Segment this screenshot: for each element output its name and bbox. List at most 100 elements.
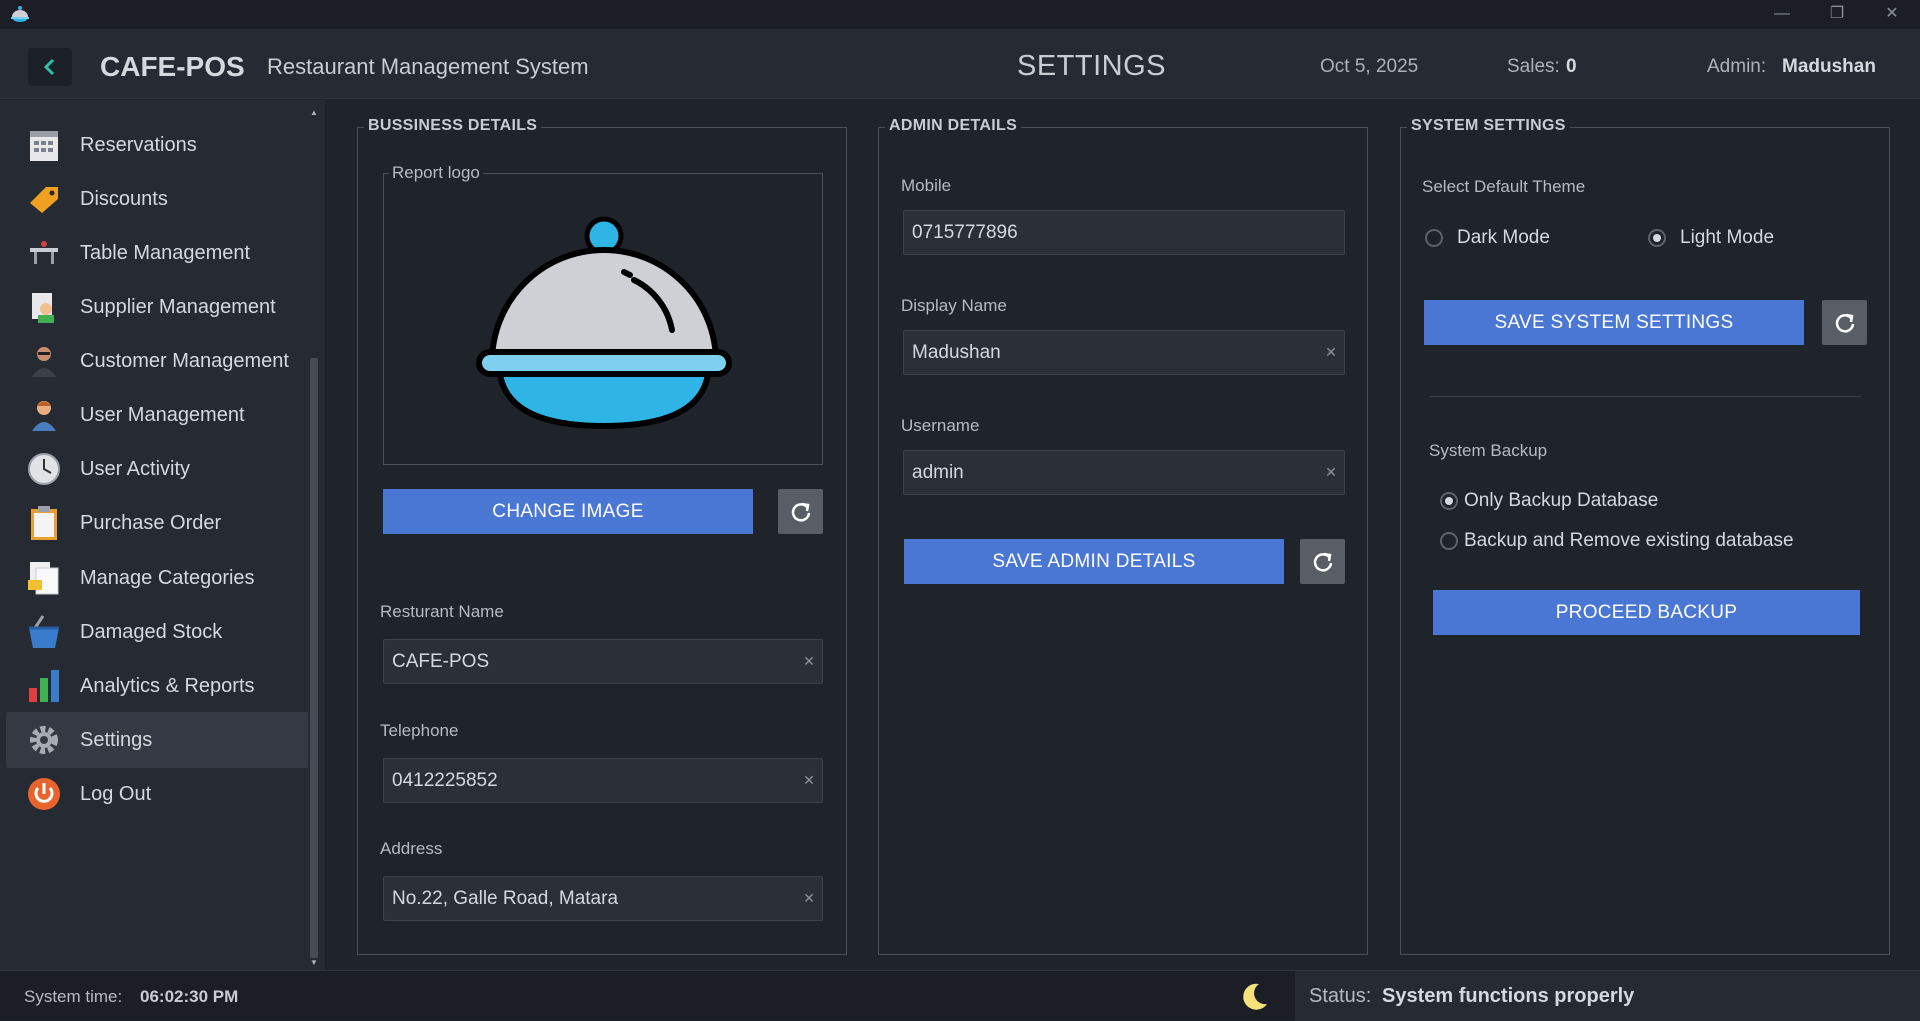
clear-icon[interactable]: ✕	[1318, 464, 1344, 481]
restaurant-name-field[interactable]: ✕	[383, 639, 823, 684]
dark-mode-radio[interactable]: Dark Mode	[1425, 227, 1550, 249]
scroll-down-arrow-icon[interactable]: ▼	[308, 958, 320, 968]
proceed-backup-button[interactable]: PROCEED BACKUP	[1433, 590, 1860, 635]
documents-icon	[24, 558, 64, 598]
power-icon	[24, 774, 64, 814]
sidebar-item-customer-management[interactable]: Customer Management	[6, 333, 308, 389]
status-area: Status: System functions properly	[1295, 971, 1920, 1021]
admin-label: Admin:	[1707, 56, 1767, 77]
sidebar-item-label: Discounts	[80, 187, 168, 210]
username-input[interactable]	[904, 451, 1318, 494]
status-bar: System time: 06:02:30 PM Status: System …	[0, 970, 1920, 1021]
cloche-app-icon	[11, 6, 29, 22]
app-subtitle: Restaurant Management System	[267, 54, 589, 79]
address-field[interactable]: ✕	[383, 876, 823, 921]
only-backup-radio[interactable]: Only Backup Database	[1440, 490, 1658, 512]
supplier-icon	[24, 287, 64, 327]
light-mode-radio[interactable]: Light Mode	[1648, 227, 1774, 249]
telephone-label: Telephone	[380, 721, 459, 740]
business-details-panel: BUSSINESS DETAILS Report logo CHANGE IMA…	[357, 117, 847, 955]
sidebar-item-label: Log Out	[80, 782, 152, 805]
sidebar-item-user-activity[interactable]: User Activity	[6, 441, 308, 497]
sidebar-item-discounts[interactable]: Discounts	[6, 171, 308, 227]
system-backup-label: System Backup	[1429, 441, 1548, 460]
app-header: CAFE-POS Restaurant Management System SE…	[0, 29, 1920, 99]
dark-mode-label: Dark Mode	[1457, 227, 1550, 248]
sidebar-item-manage-categories[interactable]: Manage Categories	[6, 550, 308, 606]
header-date: Oct 5, 2025	[1320, 56, 1419, 77]
customer-icon	[24, 341, 64, 381]
sidebar-item-label: Customer Management	[80, 349, 289, 372]
sidebar-scrollbar[interactable]: ▲ ▼	[308, 108, 320, 967]
sidebar-item-table-management[interactable]: Table Management	[6, 225, 308, 281]
clear-icon[interactable]: ✕	[796, 653, 822, 670]
sidebar-item-label: Manage Categories	[80, 566, 255, 589]
restaurant-name-label: Resturant Name	[380, 602, 504, 621]
mobile-label: Mobile	[901, 176, 952, 195]
sidebar-item-damaged-stock[interactable]: Damaged Stock	[6, 604, 308, 660]
save-admin-details-button[interactable]: SAVE ADMIN DETAILS	[904, 539, 1284, 584]
gear-icon	[24, 720, 64, 760]
reset-logo-button[interactable]	[778, 489, 823, 534]
business-details-legend: BUSSINESS DETAILS	[364, 117, 542, 135]
sidebar-item-settings[interactable]: Settings	[6, 712, 308, 768]
telephone-input[interactable]	[384, 759, 796, 802]
mobile-field[interactable]	[903, 210, 1345, 255]
username-label: Username	[901, 416, 980, 435]
display-name-field[interactable]: ✕	[903, 330, 1345, 375]
table-icon	[24, 233, 64, 273]
sales-value: 0	[1566, 56, 1577, 77]
reset-admin-button[interactable]	[1300, 539, 1345, 584]
radio-dot	[1440, 532, 1458, 550]
radio-dot	[1425, 229, 1443, 247]
clear-icon[interactable]: ✕	[1318, 344, 1344, 361]
username-field[interactable]: ✕	[903, 450, 1345, 495]
system-time-label: System time:	[24, 987, 123, 1006]
system-settings-legend: SYSTEM SETTINGS	[1407, 117, 1570, 135]
sidebar-item-label: User Activity	[80, 457, 191, 480]
light-mode-label: Light Mode	[1680, 227, 1775, 248]
address-input[interactable]	[384, 877, 796, 920]
sidebar-item-label: Table Management	[80, 241, 251, 264]
window-titlebar: — ❐ ✕	[0, 0, 1920, 29]
sidebar-item-purchase-order[interactable]: Purchase Order	[6, 495, 308, 551]
back-button[interactable]	[28, 48, 72, 86]
display-name-input[interactable]	[904, 331, 1318, 374]
save-system-settings-button[interactable]: SAVE SYSTEM SETTINGS	[1424, 300, 1804, 345]
reset-system-button[interactable]	[1822, 300, 1867, 345]
refresh-icon	[1313, 552, 1332, 572]
minimize-icon[interactable]: —	[1762, 2, 1802, 26]
backup-remove-radio[interactable]: Backup and Remove existing database	[1440, 530, 1794, 552]
restore-icon[interactable]: ❐	[1817, 2, 1857, 26]
mobile-input[interactable]	[904, 211, 1344, 254]
sidebar-item-supplier-management[interactable]: Supplier Management	[6, 279, 308, 335]
clear-icon[interactable]: ✕	[796, 890, 822, 907]
reservations-icon	[24, 125, 64, 165]
restaurant-name-input[interactable]	[384, 640, 796, 683]
sidebar-item-user-management[interactable]: User Management	[6, 387, 308, 443]
clipboard-icon	[24, 503, 64, 543]
sidebar-item-label: Settings	[80, 728, 153, 751]
sidebar-item-label: Supplier Management	[80, 295, 276, 318]
close-icon[interactable]: ✕	[1872, 2, 1912, 26]
telephone-field[interactable]: ✕	[383, 758, 823, 803]
sidebar-item-log-out[interactable]: Log Out	[6, 766, 308, 822]
sidebar-item-label: Damaged Stock	[80, 620, 223, 643]
change-image-button[interactable]: CHANGE IMAGE	[383, 489, 753, 534]
scrollbar-thumb[interactable]	[310, 358, 318, 958]
admin-details-legend: ADMIN DETAILS	[885, 117, 1022, 135]
scroll-up-arrow-icon[interactable]: ▲	[308, 108, 320, 118]
sidebar: Reservations Discounts Table Management …	[0, 100, 325, 970]
status-label: Status:	[1309, 985, 1372, 1007]
refresh-icon	[1835, 313, 1854, 333]
bar-chart-icon	[24, 666, 64, 706]
clear-icon[interactable]: ✕	[796, 772, 822, 789]
clock-icon	[24, 449, 64, 489]
sidebar-item-reservations[interactable]: Reservations	[6, 117, 308, 173]
cloche-logo-icon	[476, 216, 732, 430]
sidebar-item-analytics-reports[interactable]: Analytics & Reports	[6, 658, 308, 714]
sidebar-item-label: Purchase Order	[80, 511, 222, 534]
sidebar-item-label: User Management	[80, 403, 245, 426]
section-divider	[1429, 396, 1861, 397]
moon-icon[interactable]	[1237, 980, 1271, 1014]
